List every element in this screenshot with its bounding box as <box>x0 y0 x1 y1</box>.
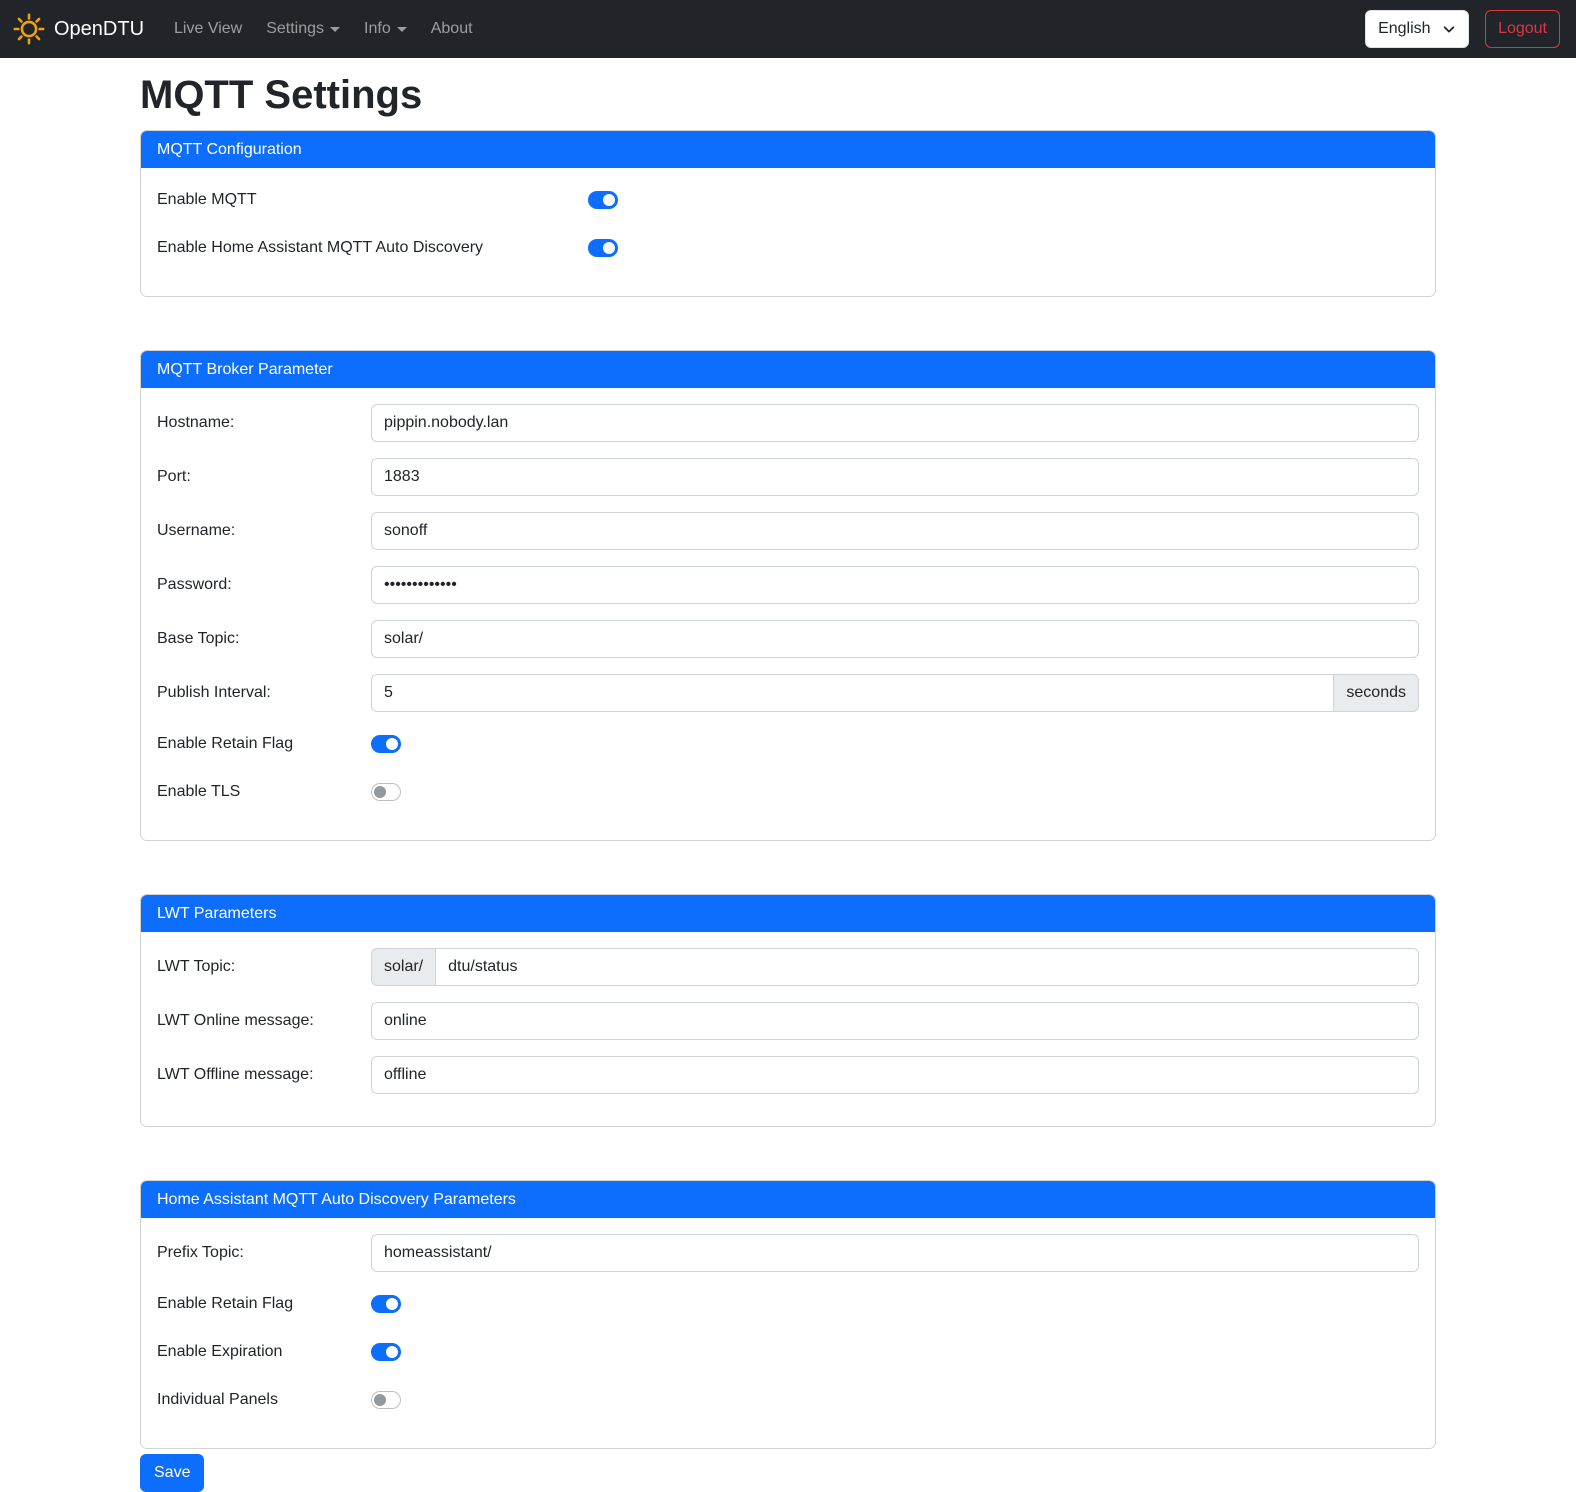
password-label: Password: <box>157 573 371 597</box>
enable-retain-flag-toggle[interactable] <box>371 735 401 753</box>
hostname-field[interactable] <box>371 404 1419 442</box>
form-row: Password: <box>157 566 1419 604</box>
lwt-offline-message-field[interactable] <box>371 1056 1419 1094</box>
ha-enable-expiration-toggle[interactable] <box>371 1343 401 1361</box>
lwt-topic-label: LWT Topic: <box>157 955 371 979</box>
form-row: Enable Expiration <box>157 1336 1419 1368</box>
enable-retain-flag-label: Enable Retain Flag <box>157 732 371 756</box>
nav-links: Live View Settings Info About <box>166 12 489 46</box>
seconds-addon: seconds <box>1334 674 1419 712</box>
lwt-topic-prefix-addon: solar/ <box>371 948 435 986</box>
lwt-topic-field[interactable] <box>435 948 1419 986</box>
card-header: LWT Parameters <box>141 895 1435 932</box>
form-row: Enable MQTT <box>157 184 1419 216</box>
page-title: MQTT Settings <box>140 72 1436 118</box>
nav-item-about[interactable]: About <box>423 12 481 46</box>
card-mqtt-broker-parameter: MQTT Broker Parameter Hostname: Port: Us… <box>140 350 1436 841</box>
card-body: Enable MQTT Enable Home Assistant MQTT A… <box>141 168 1435 296</box>
nav-item-label: Live View <box>174 20 242 38</box>
form-row: Enable Home Assistant MQTT Auto Discover… <box>157 232 1419 264</box>
base-topic-field[interactable] <box>371 620 1419 658</box>
lwt-offline-message-label: LWT Offline message: <box>157 1063 371 1087</box>
ha-individual-panels-label: Individual Panels <box>157 1388 371 1412</box>
enable-mqtt-toggle[interactable] <box>588 191 618 209</box>
card-lwt-parameters: LWT Parameters LWT Topic: solar/ LWT Onl… <box>140 894 1436 1127</box>
base-topic-label: Base Topic: <box>157 627 371 651</box>
card-header: MQTT Configuration <box>141 131 1435 168</box>
nav-item-label: Info <box>364 20 391 38</box>
nav-item-settings[interactable]: Settings <box>258 12 348 46</box>
card-header: MQTT Broker Parameter <box>141 351 1435 388</box>
ha-enable-expiration-label: Enable Expiration <box>157 1340 371 1364</box>
form-row: Port: <box>157 458 1419 496</box>
username-field[interactable] <box>371 512 1419 550</box>
nav-item-info[interactable]: Info <box>356 12 415 46</box>
language-select[interactable]: English <box>1365 10 1469 48</box>
form-row: Prefix Topic: <box>157 1234 1419 1272</box>
form-row: Enable Retain Flag <box>157 1288 1419 1320</box>
enable-ha-auto-discovery-label: Enable Home Assistant MQTT Auto Discover… <box>157 236 588 260</box>
nav-item-live-view[interactable]: Live View <box>166 12 250 46</box>
lwt-online-message-field[interactable] <box>371 1002 1419 1040</box>
language-selected-value: English <box>1378 20 1430 38</box>
top-navbar: OpenDTU Live View Settings Info About En… <box>0 0 1576 58</box>
brand-label: OpenDTU <box>54 18 144 41</box>
form-row: LWT Topic: solar/ <box>157 948 1419 986</box>
hostname-label: Hostname: <box>157 411 371 435</box>
card-body: Hostname: Port: Username: Password: Base… <box>141 388 1435 840</box>
sun-logo-icon <box>12 12 46 46</box>
card-body: Prefix Topic: Enable Retain Flag Enable … <box>141 1218 1435 1448</box>
enable-tls-label: Enable TLS <box>157 780 371 804</box>
card-body: LWT Topic: solar/ LWT Online message: LW… <box>141 932 1435 1126</box>
form-row: Enable Retain Flag <box>157 728 1419 760</box>
card-mqtt-configuration: MQTT Configuration Enable MQTT Enable Ho… <box>140 130 1436 297</box>
ha-enable-retain-flag-toggle[interactable] <box>371 1295 401 1313</box>
port-label: Port: <box>157 465 371 489</box>
ha-individual-panels-toggle[interactable] <box>371 1391 401 1409</box>
ha-enable-retain-flag-label: Enable Retain Flag <box>157 1292 371 1316</box>
form-row: LWT Online message: <box>157 1002 1419 1040</box>
form-row: Hostname: <box>157 404 1419 442</box>
brand[interactable]: OpenDTU <box>12 12 144 46</box>
password-field[interactable] <box>371 566 1419 604</box>
form-row: Individual Panels <box>157 1384 1419 1416</box>
enable-tls-toggle[interactable] <box>371 783 401 801</box>
card-header: Home Assistant MQTT Auto Discovery Param… <box>141 1181 1435 1218</box>
enable-ha-auto-discovery-toggle[interactable] <box>588 239 618 257</box>
nav-item-label: About <box>431 20 473 38</box>
publish-interval-field[interactable] <box>371 674 1334 712</box>
logout-button[interactable]: Logout <box>1485 10 1560 48</box>
username-label: Username: <box>157 519 371 543</box>
port-field[interactable] <box>371 458 1419 496</box>
form-row: Enable TLS <box>157 776 1419 808</box>
form-row: Username: <box>157 512 1419 550</box>
chevron-down-icon <box>330 27 340 32</box>
prefix-topic-label: Prefix Topic: <box>157 1241 371 1265</box>
enable-mqtt-label: Enable MQTT <box>157 188 588 212</box>
chevron-down-icon <box>397 27 407 32</box>
publish-interval-label: Publish Interval: <box>157 681 371 705</box>
form-row: Base Topic: <box>157 620 1419 658</box>
chevron-down-icon <box>1442 22 1456 36</box>
card-ha-auto-discovery-parameters: Home Assistant MQTT Auto Discovery Param… <box>140 1180 1436 1449</box>
main-content: MQTT Settings MQTT Configuration Enable … <box>140 72 1436 1492</box>
prefix-topic-field[interactable] <box>371 1234 1419 1272</box>
form-row: LWT Offline message: <box>157 1056 1419 1094</box>
form-row: Publish Interval: seconds <box>157 674 1419 712</box>
lwt-online-message-label: LWT Online message: <box>157 1009 371 1033</box>
nav-item-label: Settings <box>266 20 324 38</box>
